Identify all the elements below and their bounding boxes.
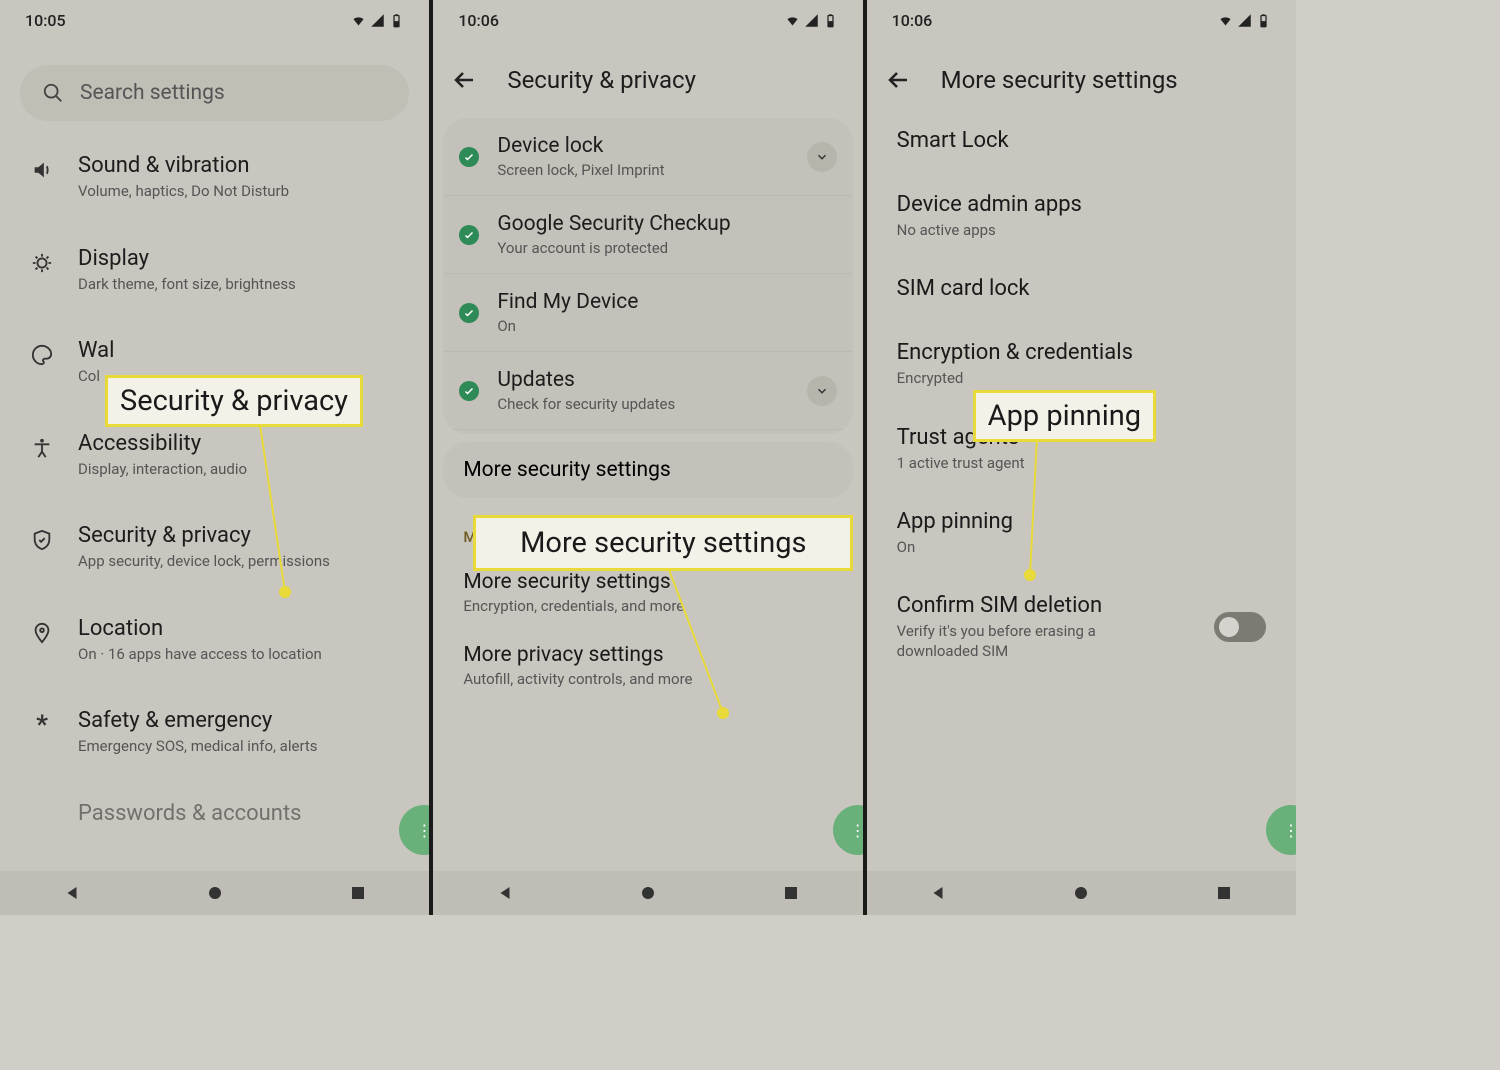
back-arrow-icon[interactable] — [887, 68, 911, 92]
check-ok-icon — [459, 225, 479, 245]
palette-icon — [30, 343, 54, 367]
shield-icon — [30, 528, 54, 552]
wifi-icon — [1218, 13, 1233, 28]
status-icons — [351, 13, 404, 28]
status-bar: 10:06 — [433, 0, 862, 40]
nav-bar — [0, 871, 429, 915]
screen-more-security-settings: 10:06 More security settings Smart Lock … — [867, 0, 1296, 915]
wifi-icon — [785, 13, 800, 28]
battery-icon — [1256, 13, 1271, 28]
expand-button[interactable] — [807, 142, 837, 172]
settings-item-safety[interactable]: * Safety & emergencyEmergency SOS, medic… — [0, 686, 429, 779]
signal-icon — [804, 13, 819, 28]
status-icons — [785, 13, 838, 28]
settings-item-smart-lock[interactable]: Smart Lock — [867, 110, 1296, 174]
security-row-find-my-device[interactable]: Find My DeviceOn — [443, 274, 852, 352]
battery-icon — [389, 13, 404, 28]
search-placeholder: Search settings — [80, 81, 225, 105]
nav-home-icon[interactable] — [1072, 884, 1090, 902]
nav-home-icon[interactable] — [639, 884, 657, 902]
settings-item-passwords[interactable]: Passwords & accounts — [0, 779, 429, 852]
chevron-down-icon — [815, 384, 829, 398]
wifi-icon — [351, 13, 366, 28]
security-row-google-checkup[interactable]: Google Security CheckupYour account is p… — [443, 196, 852, 274]
check-ok-icon — [459, 147, 479, 167]
app-header: Security & privacy — [433, 50, 862, 110]
more-icon: ⋮ — [1283, 821, 1296, 840]
location-icon — [30, 621, 54, 645]
fab-button[interactable]: ⋮ — [1266, 805, 1296, 855]
nav-recents-icon[interactable] — [782, 884, 800, 902]
nav-home-icon[interactable] — [206, 884, 224, 902]
nav-bar — [867, 871, 1296, 915]
callout-app-pinning: App pinning — [973, 390, 1156, 442]
settings-item-more-privacy[interactable]: More privacy settings Autofill, activity… — [433, 629, 862, 702]
settings-item-app-pinning[interactable]: App pinningOn — [867, 491, 1296, 575]
status-icons — [1218, 13, 1271, 28]
settings-item-sim-lock[interactable]: SIM card lock — [867, 258, 1296, 322]
fab-button[interactable]: ⋮ — [833, 805, 863, 855]
toggle-switch[interactable] — [1214, 612, 1266, 642]
signal-icon — [1237, 13, 1252, 28]
nav-bar — [433, 871, 862, 915]
settings-item-confirm-sim-deletion[interactable]: Confirm SIM deletion Verify it's you bef… — [867, 575, 1296, 680]
security-row-device-lock[interactable]: Device lockScreen lock, Pixel Imprint — [443, 118, 852, 196]
check-ok-icon — [459, 303, 479, 323]
search-input[interactable]: Search settings — [20, 65, 409, 121]
settings-item-security-privacy[interactable]: Security & privacyApp security, device l… — [0, 501, 429, 594]
app-header: More security settings — [867, 50, 1296, 110]
security-row-updates[interactable]: UpdatesCheck for security updates — [443, 352, 852, 430]
status-time: 10:05 — [25, 11, 66, 30]
status-time: 10:06 — [458, 11, 499, 30]
volume-icon — [30, 158, 54, 182]
screen-settings-main: 10:05 Search settings Sound & vibrationV… — [0, 0, 433, 915]
back-arrow-icon[interactable] — [453, 68, 477, 92]
chevron-down-icon — [815, 150, 829, 164]
more-icon: ⋮ — [850, 821, 863, 840]
nav-back-icon[interactable] — [929, 884, 947, 902]
security-status-card: Device lockScreen lock, Pixel Imprint Go… — [443, 118, 852, 434]
nav-recents-icon[interactable] — [349, 884, 367, 902]
settings-item-device-admin[interactable]: Device admin appsNo active apps — [867, 174, 1296, 258]
callout-security-privacy: Security & privacy — [105, 375, 363, 427]
accessibility-icon — [30, 436, 54, 460]
settings-item-sound[interactable]: Sound & vibrationVolume, haptics, Do Not… — [0, 131, 429, 224]
status-bar: 10:06 — [867, 0, 1296, 40]
battery-icon — [823, 13, 838, 28]
nav-back-icon[interactable] — [63, 884, 81, 902]
status-bar: 10:05 — [0, 0, 429, 40]
settings-item-location[interactable]: LocationOn · 16 apps have access to loca… — [0, 594, 429, 687]
screen-security-privacy: 10:06 Security & privacy Device lockScre… — [433, 0, 866, 915]
more-icon: ⋮ — [416, 821, 429, 840]
key-icon — [30, 806, 54, 830]
status-time: 10:06 — [892, 11, 933, 30]
page-title: Security & privacy — [507, 66, 696, 94]
signal-icon — [370, 13, 385, 28]
nav-recents-icon[interactable] — [1215, 884, 1233, 902]
check-ok-icon — [459, 381, 479, 401]
card-more-security-settings[interactable]: More security settings — [443, 442, 852, 498]
nav-back-icon[interactable] — [496, 884, 514, 902]
asterisk-icon: * — [30, 713, 54, 737]
search-icon — [42, 82, 64, 104]
callout-more-security-settings: More security settings — [473, 515, 853, 571]
brightness-icon — [30, 251, 54, 275]
expand-button[interactable] — [807, 376, 837, 406]
settings-item-display[interactable]: DisplayDark theme, font size, brightness — [0, 224, 429, 317]
page-title: More security settings — [941, 66, 1178, 94]
